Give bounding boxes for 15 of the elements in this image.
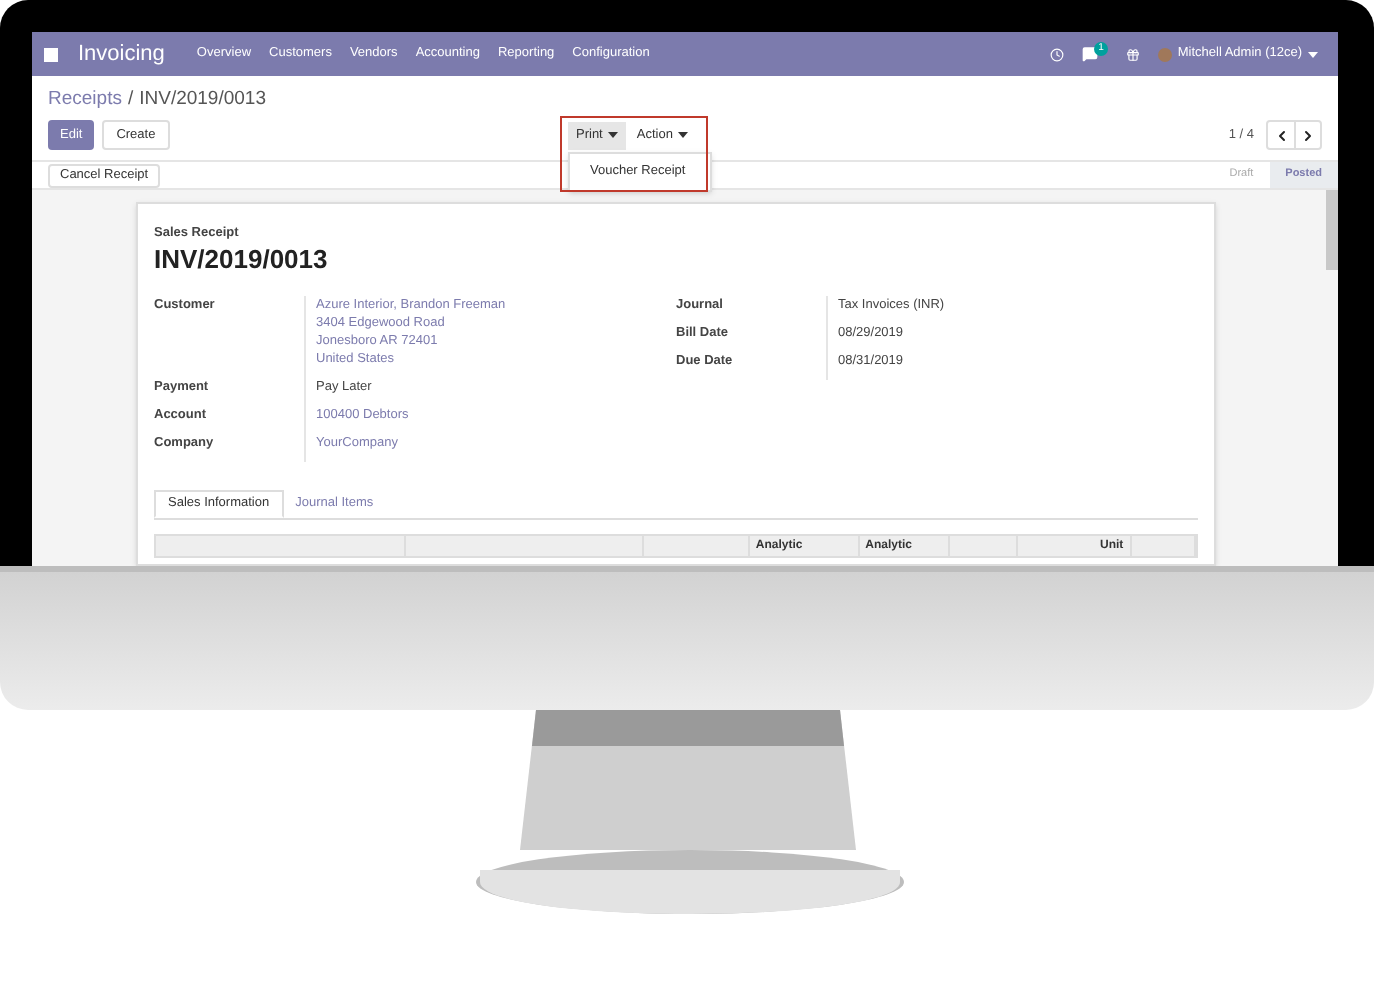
scrollbar	[1326, 190, 1338, 270]
gift-icon[interactable]	[1125, 47, 1140, 61]
caret-icon	[1308, 51, 1318, 57]
clock-icon[interactable]	[1050, 47, 1065, 61]
breadcrumb-link[interactable]: Receipts	[48, 90, 122, 110]
chevron-right-icon	[1300, 127, 1316, 143]
avatar-icon	[1157, 47, 1172, 61]
app-name: Invoicing	[78, 43, 165, 65]
chevron-left-icon	[1273, 127, 1289, 143]
apps-menu-icon[interactable]	[44, 47, 58, 61]
breadcrumb-current: INV/2019/0013	[139, 90, 266, 110]
caret-icon	[608, 132, 619, 138]
caret-icon	[678, 132, 689, 138]
breadcrumb-separator: /	[127, 90, 134, 110]
document-title: INV/2019/0013	[154, 243, 330, 276]
